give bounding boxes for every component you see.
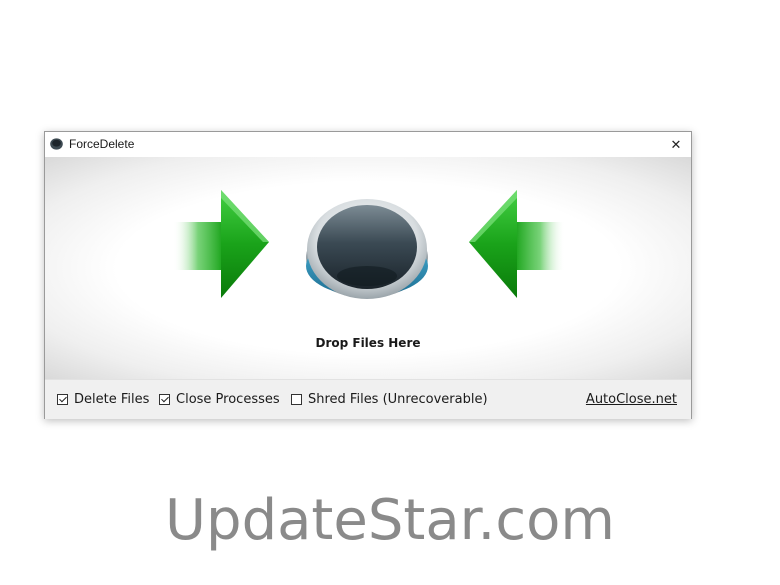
- forcedelete-window: ForceDelete ✕ Drop Files Here Delete Fil…: [44, 131, 692, 419]
- close-icon: ✕: [670, 136, 682, 152]
- arrow-left-icon: [469, 190, 565, 298]
- title-bar: ForceDelete ✕: [45, 132, 691, 157]
- shred-files-option[interactable]: Shred Files (Unrecoverable): [291, 392, 488, 407]
- autoclose-link[interactable]: AutoClose.net: [586, 392, 677, 407]
- close-processes-checkbox[interactable]: [159, 394, 170, 405]
- delete-files-checkbox[interactable]: [57, 394, 68, 405]
- shred-files-checkbox[interactable]: [291, 394, 302, 405]
- watermark-text: UpdateStar.com: [165, 488, 615, 553]
- window-title: ForceDelete: [69, 137, 135, 151]
- arrow-right-icon: [173, 190, 269, 298]
- delete-files-option[interactable]: Delete Files: [57, 392, 149, 407]
- delete-files-label: Delete Files: [74, 392, 150, 407]
- close-processes-option[interactable]: Close Processes: [159, 392, 280, 407]
- drop-files-label: Drop Files Here: [315, 336, 421, 350]
- close-processes-label: Close Processes: [176, 392, 280, 407]
- drop-hole-icon: [306, 199, 428, 299]
- options-bar: Delete Files Close Processes Shred Files…: [45, 379, 691, 419]
- disc-icon: [50, 138, 63, 150]
- shred-files-label: Shred Files (Unrecoverable): [308, 392, 488, 407]
- drop-area[interactable]: Drop Files Here: [45, 157, 691, 379]
- close-button[interactable]: ✕: [661, 132, 691, 157]
